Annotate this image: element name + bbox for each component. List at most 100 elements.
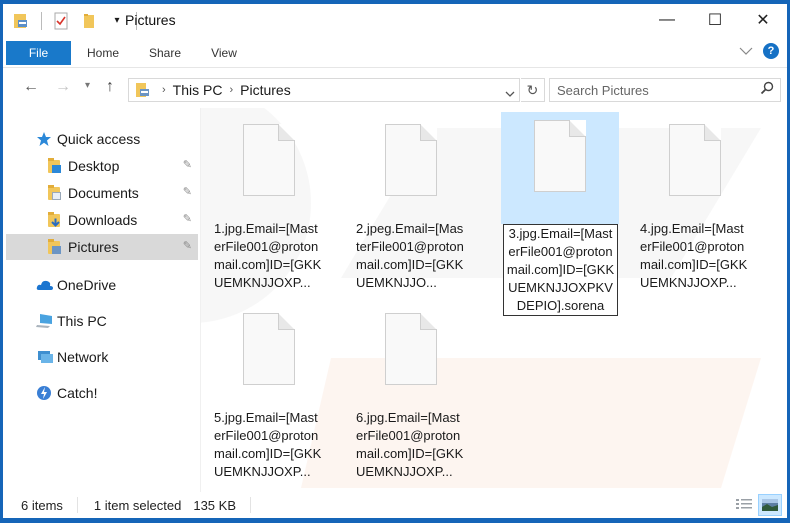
new-folder-icon[interactable] xyxy=(80,12,98,30)
onedrive-cloud-icon xyxy=(36,277,53,293)
blank-document-icon xyxy=(385,313,437,385)
breadcrumb-this-pc[interactable]: This PC xyxy=(173,82,223,98)
selection-size: 135 KB xyxy=(193,497,236,513)
downloads-folder-icon xyxy=(47,212,63,228)
sidebar-item-downloads[interactable]: Downloads ✎ xyxy=(6,207,198,233)
tab-home[interactable]: Home xyxy=(77,41,129,65)
pictures-location-icon xyxy=(135,82,151,98)
tab-view[interactable]: View xyxy=(199,41,249,65)
help-icon[interactable]: ? xyxy=(763,43,779,59)
documents-folder-icon xyxy=(47,185,63,201)
tab-file[interactable]: File xyxy=(6,41,71,65)
search-input[interactable]: Search Pictures xyxy=(557,83,649,98)
sidebar-item-quick-access[interactable]: Quick access xyxy=(6,126,198,152)
sidebar-item-onedrive[interactable]: OneDrive xyxy=(6,272,198,298)
address-history-dropdown[interactable] xyxy=(505,85,515,101)
refresh-icon: ↻ xyxy=(526,82,539,98)
desktop-folder-icon xyxy=(47,158,63,174)
pin-icon[interactable]: ✎ xyxy=(183,185,192,198)
sidebar-item-this-pc[interactable]: This PC xyxy=(6,308,198,334)
close-button[interactable]: ✕ xyxy=(739,4,787,36)
sidebar-item-label: Network xyxy=(57,349,109,365)
breadcrumb-separator: › xyxy=(162,84,166,96)
item-count: 6 items xyxy=(21,497,63,513)
status-separator xyxy=(76,497,78,513)
expand-ribbon-icon[interactable] xyxy=(739,43,753,59)
catch-icon xyxy=(36,385,52,401)
navigation-bar: ← → ▾ ↑ › This PC › Pictures ↻ Search Pi… xyxy=(3,70,787,108)
file-name: 3.jpg.Email=[MasterFile001@protonmail.co… xyxy=(503,224,618,316)
selection-count: 1 item selected xyxy=(93,497,182,513)
blank-document-icon xyxy=(534,120,586,192)
navigation-pane: Quick access Desktop ✎ Documents ✎ Downl… xyxy=(3,114,199,492)
forward-button[interactable]: → xyxy=(55,78,71,96)
recent-locations-button[interactable]: ▾ xyxy=(85,80,90,91)
file-thumbnail xyxy=(352,116,470,228)
maximize-button[interactable]: ☐ xyxy=(691,4,739,36)
file-name: 5.jpg.Email=[MasterFile001@protonmail.co… xyxy=(214,410,322,479)
file-view[interactable]: 1.jpg.Email=[MasterFile001@protonmail.co… xyxy=(201,108,787,492)
file-explorer-window: ▾ Pictures — ☐ ✕ File Home Share View ? … xyxy=(0,0,790,523)
minimize-icon: — xyxy=(659,11,675,28)
address-bar[interactable]: › This PC › Pictures xyxy=(128,78,520,102)
sidebar-item-network[interactable]: Network xyxy=(6,344,198,370)
window-controls: — ☐ ✕ xyxy=(643,4,787,36)
minimize-button[interactable]: — xyxy=(643,4,691,36)
blank-document-icon xyxy=(243,124,295,196)
file-thumbnail xyxy=(210,116,328,228)
file-name: 1.jpg.Email=[MasterFile001@protonmail.co… xyxy=(214,221,322,290)
network-icon xyxy=(36,349,53,365)
sidebar-item-label: Pictures xyxy=(68,239,119,255)
title-bar: ▾ Pictures — ☐ ✕ xyxy=(3,4,787,38)
properties-icon[interactable] xyxy=(52,12,70,30)
pictures-folder-app-icon[interactable] xyxy=(13,12,31,30)
tab-share[interactable]: Share xyxy=(139,41,191,65)
breadcrumb-pictures[interactable]: Pictures xyxy=(240,82,291,98)
maximize-icon: ☐ xyxy=(707,12,723,29)
sidebar-item-documents[interactable]: Documents ✎ xyxy=(6,180,198,206)
sidebar-item-label: Documents xyxy=(68,185,139,201)
details-view-button[interactable] xyxy=(732,494,756,516)
sidebar-item-catch[interactable]: Catch! xyxy=(6,380,198,406)
pictures-folder-icon xyxy=(47,239,63,255)
refresh-button[interactable]: ↻ xyxy=(521,78,545,102)
close-icon: ✕ xyxy=(756,12,770,29)
blank-document-icon xyxy=(669,124,721,196)
large-icons-view-button[interactable] xyxy=(758,494,782,516)
sidebar-item-pictures[interactable]: Pictures ✎ xyxy=(6,234,198,260)
ribbon-tabs: File Home Share View ? xyxy=(3,38,787,68)
up-button[interactable]: ↑ xyxy=(106,78,114,96)
pin-icon[interactable]: ✎ xyxy=(183,239,192,252)
pin-icon[interactable]: ✎ xyxy=(183,212,192,225)
breadcrumb-separator: › xyxy=(229,84,234,96)
pin-icon[interactable]: ✎ xyxy=(183,158,192,171)
large-icons-view-icon xyxy=(762,499,778,511)
search-box[interactable]: Search Pictures xyxy=(549,78,781,102)
blank-document-icon xyxy=(243,313,295,385)
sidebar-item-label: Downloads xyxy=(68,212,138,228)
file-thumbnail xyxy=(352,305,470,417)
toolbar-separator xyxy=(41,12,42,30)
blank-document-icon xyxy=(385,124,437,196)
file-name: 2.jpeg.Email=[MasterFile001@protonmail.c… xyxy=(356,221,464,290)
status-bar: 6 items 1 item selected 135 KB xyxy=(3,492,787,518)
view-switcher xyxy=(732,494,782,516)
file-name: 6.jpg.Email=[MasterFile001@protonmail.co… xyxy=(356,410,464,479)
forward-arrow-icon: → xyxy=(55,78,71,95)
details-view-icon xyxy=(736,499,752,509)
star-icon xyxy=(36,131,52,147)
window-title: Pictures xyxy=(125,12,176,28)
back-button[interactable]: ← xyxy=(23,78,39,96)
search-icon xyxy=(760,81,774,98)
sidebar-item-label: OneDrive xyxy=(57,277,117,293)
customize-toolbar-dropdown-icon[interactable]: ▾ xyxy=(108,12,126,30)
sidebar-item-desktop[interactable]: Desktop ✎ xyxy=(6,153,198,179)
file-thumbnail xyxy=(636,116,754,228)
file-name: 4.jpg.Email=[MasterFile001@protonmail.co… xyxy=(640,221,748,290)
sidebar-item-label: Catch! xyxy=(57,385,98,401)
sidebar-item-label: Quick access xyxy=(57,131,141,147)
sidebar-item-label: Desktop xyxy=(68,158,120,174)
back-arrow-icon: ← xyxy=(23,78,39,95)
sidebar-item-label: This PC xyxy=(57,313,107,329)
ribbon-right-controls: ? xyxy=(739,43,779,59)
